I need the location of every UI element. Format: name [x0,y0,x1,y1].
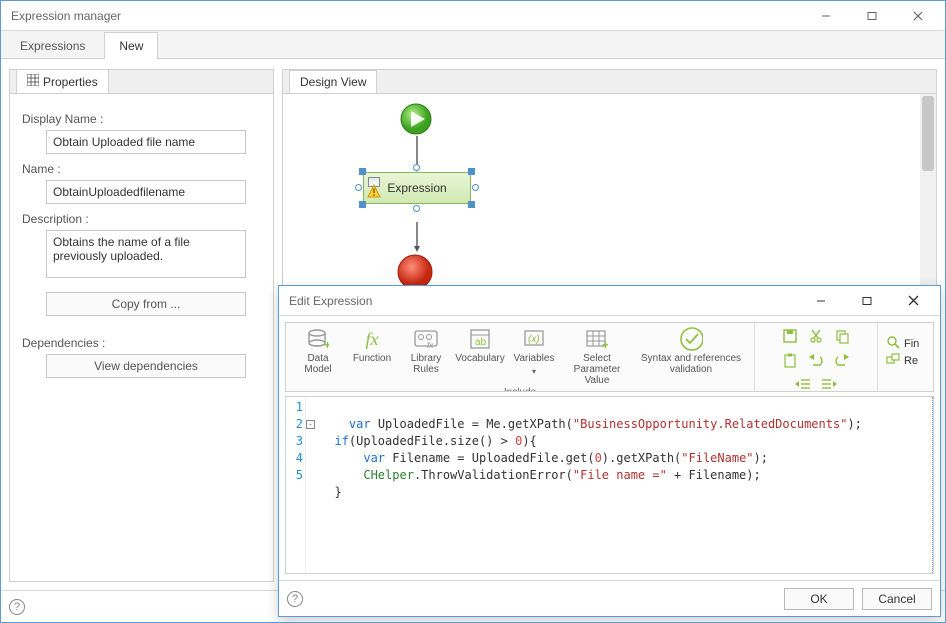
design-view-tab-label: Design View [300,75,366,89]
close-button[interactable] [895,1,941,31]
expression-node-label: Expression [387,181,446,195]
window-title: Expression manager [11,9,803,23]
copy-from-button[interactable]: Copy from ... [46,292,246,316]
fold-toggle[interactable]: - [306,420,315,429]
replace-button[interactable]: Re [886,352,918,369]
line-gutter: 1 2 3 4 5 [286,397,306,573]
properties-tab-label: Properties [43,75,98,89]
warning-icon [367,184,381,201]
cut-button[interactable] [805,327,827,347]
clipboard-icon [782,352,798,371]
include-group-label: Include [286,386,754,392]
grid-icon [27,74,39,89]
vocabulary-icon: ab [468,327,492,351]
properties-panel: Properties Display Name : Obtain Uploade… [9,69,274,582]
indent-button[interactable] [818,375,840,392]
main-tabs: Expressions New [1,31,945,59]
variable-icon: (x) [522,327,546,351]
outdent-button[interactable] [792,375,814,392]
tab-expressions[interactable]: Expressions [5,32,100,59]
description-field[interactable]: Obtains the name of a file previously up… [46,230,246,278]
help-icon[interactable]: ? [9,599,25,615]
library-rules-button[interactable]: fx Library Rules [402,327,450,375]
undo-button[interactable] [805,351,827,371]
description-label: Description : [22,212,265,226]
code-content[interactable]: var UploadedFile = Me.getXPath("Business… [316,397,933,573]
properties-tab[interactable]: Properties [16,69,109,93]
library-icon: fx [414,327,438,351]
expression-manager-window: Expression manager Expressions New Prope… [0,0,946,623]
name-field[interactable]: ObtainUploadedfilename [46,180,246,204]
redo-icon [834,353,850,370]
save-icon [782,328,798,347]
ok-button[interactable]: OK [784,588,854,610]
edit-expression-window: Edit Expression + Data Model fx Function [278,285,941,617]
fx-icon: fx [360,327,384,351]
find-button[interactable]: Fin [886,335,919,352]
editor-toolbar: + Data Model fx Function fx Library Rule… [285,322,934,392]
editor-help-icon[interactable]: ? [287,591,303,607]
start-node[interactable] [399,102,433,139]
paste-button[interactable] [779,351,801,371]
maximize-button[interactable] [849,1,895,31]
indent-icon [821,377,837,393]
svg-text:ab: ab [475,337,487,348]
undo-icon [808,353,824,370]
vocabulary-button[interactable]: ab Vocabulary [456,327,504,364]
function-button[interactable]: fx Function [348,327,396,364]
search-icon [886,335,900,352]
validate-button[interactable]: Syntax and references validation [636,327,746,375]
fold-column[interactable]: - [306,397,316,573]
save-button[interactable] [779,327,801,347]
editor-title: Edit Expression [289,294,798,308]
copy-icon [834,328,850,347]
editor-maximize-button[interactable] [844,286,890,316]
cancel-button[interactable]: Cancel [862,588,932,610]
display-name-field[interactable]: Obtain Uploaded file name [46,130,246,154]
design-view-tab[interactable]: Design View [289,70,377,93]
chevron-down-icon: ▾ [532,366,536,377]
svg-text:+: + [324,338,329,350]
tab-new[interactable]: New [104,32,158,59]
select-parameter-button[interactable]: + Select Parameter Value [564,327,630,386]
scissors-icon [808,328,824,347]
view-dependencies-button[interactable]: View dependencies [46,354,246,378]
editor-close-button[interactable] [890,286,936,316]
svg-text:(x): (x) [528,334,540,345]
check-circle-icon [679,327,703,351]
dependencies-label: Dependencies : [22,336,265,350]
table-icon: + [585,327,609,351]
editor-minimize-button[interactable] [798,286,844,316]
replace-icon [886,352,900,369]
editor-footer: ? OK Cancel [279,580,940,616]
variables-button[interactable]: (x) Variables ▾ [510,327,558,377]
name-label: Name : [22,162,265,176]
display-name-label: Display Name : [22,112,265,126]
minimize-button[interactable] [803,1,849,31]
redo-button[interactable] [831,351,853,371]
svg-text:fx: fx [427,341,434,349]
scrollbar-thumb[interactable] [922,96,934,171]
code-editor[interactable]: 1 2 3 4 5 - var UploadedFile = Me.getXPa… [285,396,934,574]
database-icon: + [306,327,330,351]
data-model-button[interactable]: + Data Model [294,327,342,375]
outdent-icon [795,377,811,393]
flow-arrow [414,222,420,255]
titlebar: Expression manager [1,1,945,31]
copy-button[interactable] [831,327,853,347]
expression-node[interactable]: Expression [363,172,471,204]
svg-text:+: + [602,338,608,349]
